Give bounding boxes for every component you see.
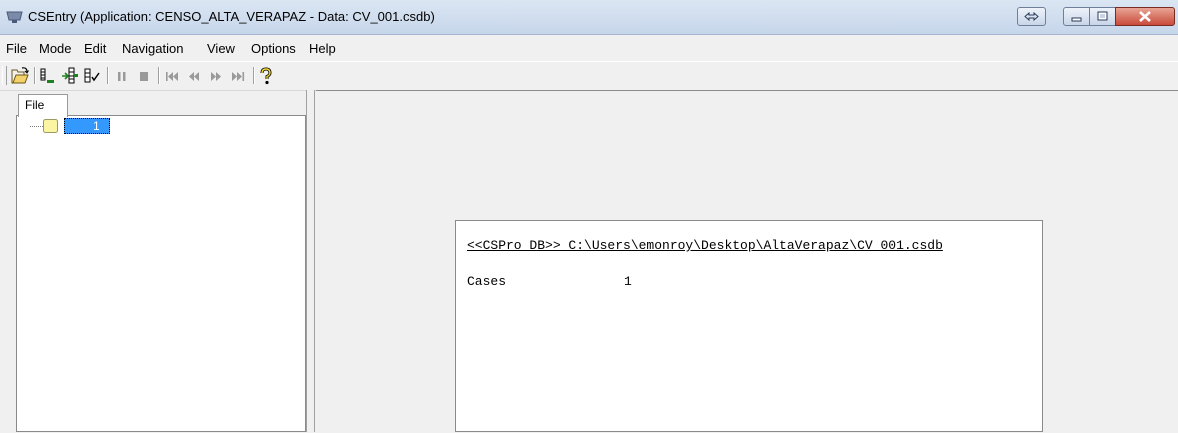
restore-layout-button[interactable]	[1017, 7, 1046, 26]
stop-icon[interactable]	[134, 66, 154, 86]
menu-navigation[interactable]: Navigation	[122, 41, 183, 56]
menu-file[interactable]: File	[6, 41, 27, 56]
previous-icon[interactable]	[184, 66, 204, 86]
tree-item-label: 1	[93, 119, 100, 133]
menu-mode[interactable]: Mode	[39, 41, 72, 56]
close-button[interactable]	[1115, 7, 1175, 26]
pause-icon[interactable]	[112, 66, 132, 86]
first-icon[interactable]	[162, 66, 182, 86]
database-path: <<CSPro DB>> C:\Users\emonroy\Desktop\Al…	[467, 238, 943, 253]
menu-help[interactable]: Help	[309, 41, 336, 56]
maximize-icon	[1097, 11, 1108, 21]
toolbar	[0, 61, 1178, 91]
next-icon[interactable]	[206, 66, 226, 86]
toolbar-separator	[34, 67, 36, 84]
open-folder-icon[interactable]	[10, 66, 30, 86]
case-tree[interactable]: 1	[16, 115, 306, 432]
toolbar-separator	[107, 67, 109, 84]
verify-case-icon[interactable]	[82, 66, 102, 86]
tab-file-label: File	[25, 98, 45, 112]
help-icon[interactable]	[256, 66, 276, 86]
insert-case-icon[interactable]	[60, 66, 80, 86]
app-icon	[6, 11, 23, 23]
add-case-icon[interactable]	[38, 66, 58, 86]
toolbar-separator	[253, 67, 255, 84]
cases-label: Cases	[467, 274, 507, 289]
menu-view[interactable]: View	[207, 41, 235, 56]
title-bar: CSEntry (Application: CENSO_ALTA_VERAPAZ…	[0, 0, 1178, 35]
minimize-button[interactable]	[1063, 7, 1090, 26]
double-arrow-icon	[1024, 11, 1039, 22]
minimize-icon	[1071, 17, 1082, 22]
case-icon	[43, 119, 58, 133]
window-title: CSEntry (Application: CENSO_ALTA_VERAPAZ…	[28, 9, 435, 24]
menu-options[interactable]: Options	[251, 41, 296, 56]
maximize-button[interactable]	[1089, 7, 1116, 26]
menu-edit[interactable]: Edit	[84, 41, 106, 56]
toolbar-separator	[158, 67, 160, 84]
last-icon[interactable]	[228, 66, 248, 86]
cases-count: 1	[624, 274, 632, 289]
close-icon	[1139, 11, 1151, 22]
tab-file[interactable]: File	[18, 94, 68, 117]
database-info-panel: <<CSPro DB>> C:\Users\emonroy\Desktop\Al…	[455, 220, 1043, 432]
menu-bar: File Mode Edit Navigation View Options H…	[0, 37, 1178, 59]
toolbar-grip[interactable]	[2, 66, 7, 85]
pane-splitter[interactable]	[306, 90, 315, 432]
tree-item-case[interactable]: 1	[64, 118, 110, 134]
